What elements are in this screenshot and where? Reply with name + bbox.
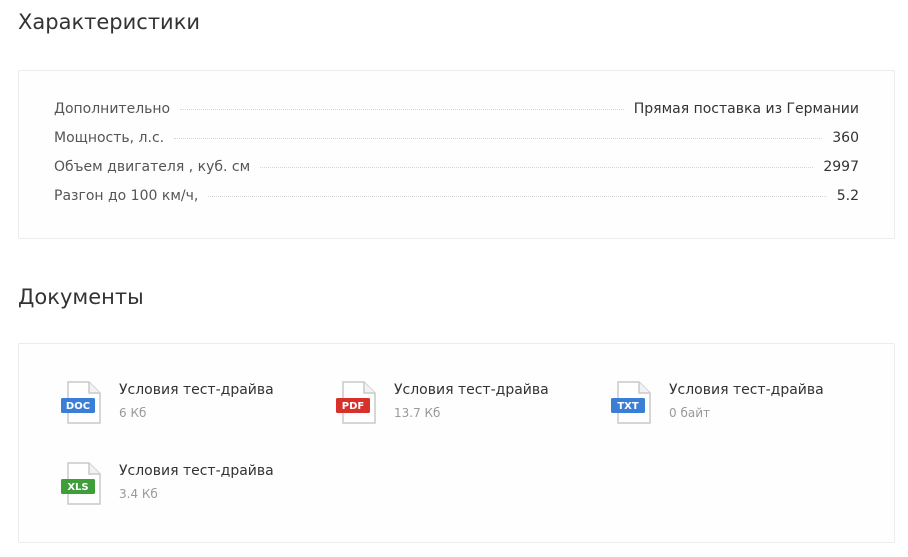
document-item[interactable]: XLS Условия тест-драйва 3.4 Кб	[61, 462, 311, 507]
document-size: 0 байт	[669, 406, 710, 420]
dotted-leader	[180, 109, 624, 110]
document-size: 6 Кб	[119, 406, 147, 420]
document-link[interactable]: Условия тест-драйва	[669, 382, 824, 398]
specs-section-title: Характеристики	[18, 10, 201, 34]
spec-value: 360	[832, 130, 859, 146]
spec-name: Разгон до 100 км/ч,	[54, 188, 199, 204]
file-type-label: XLS	[67, 482, 88, 493]
dotted-leader	[260, 167, 814, 168]
document-link[interactable]: Условия тест-драйва	[119, 463, 274, 479]
spec-value: 5.2	[836, 188, 859, 204]
txt-file-icon: TXT	[611, 381, 651, 424]
document-item[interactable]: DOC Условия тест-драйва 6 Кб	[61, 381, 311, 426]
spec-row: Объем двигателя , куб. см 2997	[54, 159, 859, 188]
spec-row: Дополнительно Прямая поставка из Германи…	[54, 101, 859, 130]
dotted-leader	[208, 196, 827, 197]
document-item[interactable]: TXT Условия тест-драйва 0 байт	[611, 381, 861, 426]
spec-name: Объем двигателя , куб. см	[54, 159, 251, 175]
pdf-file-icon: PDF	[336, 381, 376, 424]
xls-file-icon: XLS	[61, 462, 101, 505]
spec-row: Разгон до 100 км/ч, 5.2	[54, 188, 859, 217]
documents-section-title: Документы	[18, 285, 144, 309]
spec-value: 2997	[823, 159, 859, 175]
spec-value: Прямая поставка из Германии	[633, 101, 859, 117]
file-type-label: PDF	[342, 401, 364, 412]
spec-name: Дополнительно	[54, 101, 171, 117]
specs-card: Дополнительно Прямая поставка из Германи…	[18, 70, 895, 239]
dotted-leader	[174, 138, 823, 139]
document-link[interactable]: Условия тест-драйва	[394, 382, 549, 398]
documents-card: DOC Условия тест-драйва 6 Кб PDF Условия…	[18, 343, 895, 543]
document-size: 3.4 Кб	[119, 487, 158, 501]
document-link[interactable]: Условия тест-драйва	[119, 382, 274, 398]
spec-row: Мощность, л.с. 360	[54, 130, 859, 159]
file-type-label: DOC	[66, 401, 90, 412]
document-size: 13.7 Кб	[394, 406, 441, 420]
file-type-label: TXT	[617, 401, 639, 412]
doc-file-icon: DOC	[61, 381, 101, 424]
spec-name: Мощность, л.с.	[54, 130, 165, 146]
document-item[interactable]: PDF Условия тест-драйва 13.7 Кб	[336, 381, 586, 426]
